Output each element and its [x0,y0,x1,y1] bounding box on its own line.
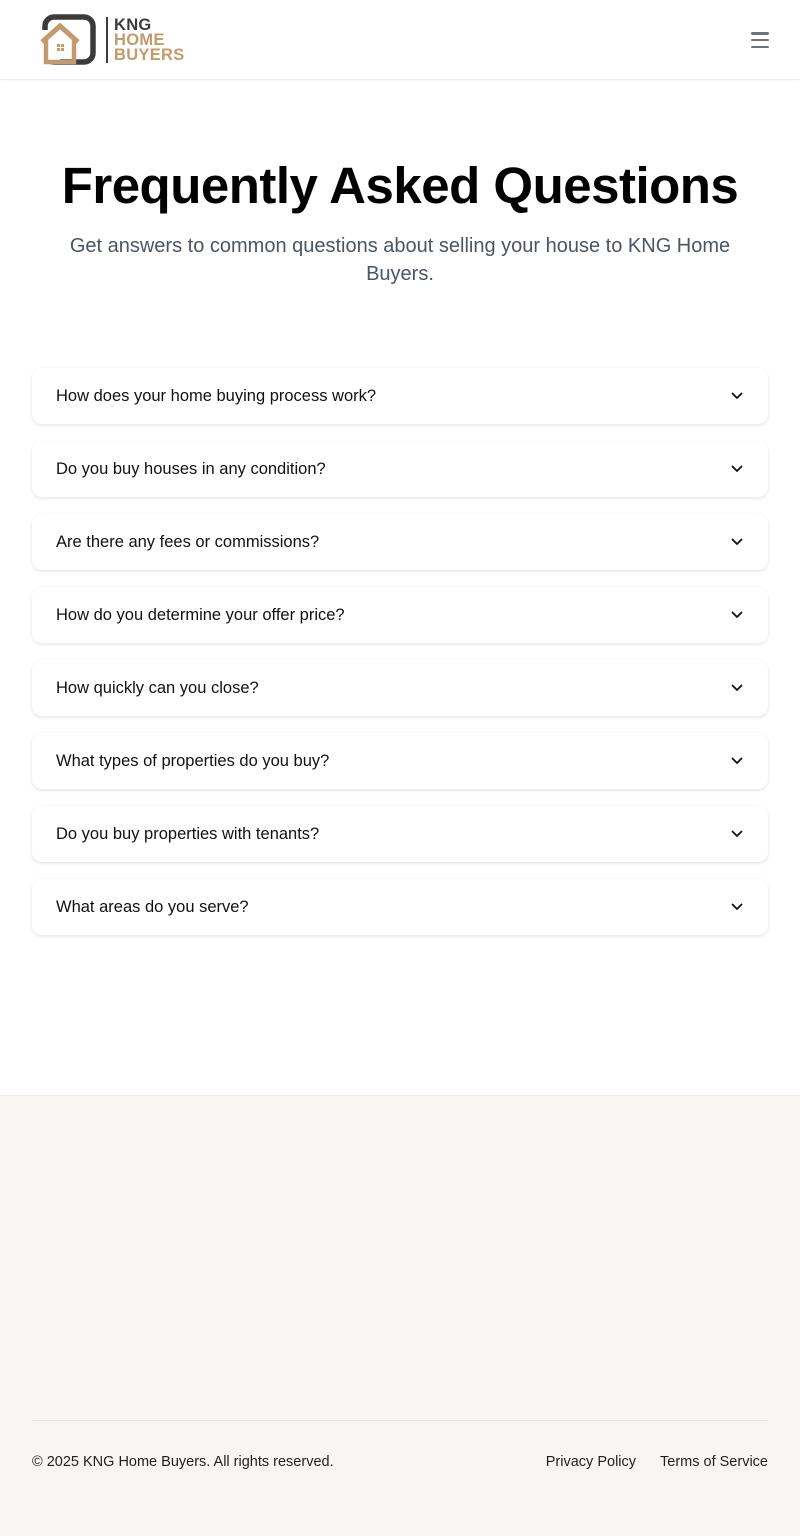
faq-question: What areas do you serve? [56,897,249,916]
faq-question: How quickly can you close? [56,678,259,697]
footer-links: Privacy Policy Terms of Service [546,1454,768,1470]
chevron-down-icon [730,827,744,841]
menu-bar [751,45,769,48]
faq-question: Do you buy houses in any condition? [56,459,326,478]
hamburger-menu-icon[interactable] [747,28,773,52]
chevron-down-icon [730,754,744,768]
faq-item[interactable]: How quickly can you close? [32,660,768,716]
faq-item[interactable]: What types of properties do you buy? [32,733,768,789]
chevron-down-icon [730,462,744,476]
logo-wordmark: KNG HOME BUYERS [114,16,185,64]
chevron-down-icon [730,535,744,549]
chevron-down-icon [730,389,744,403]
chevron-down-icon [730,681,744,695]
faq-question: How do you determine your offer price? [56,605,345,624]
faq-item[interactable]: How does your home buying process work? [32,368,768,424]
chevron-down-icon [730,900,744,914]
menu-bar [751,38,769,42]
logo-divider [106,17,108,63]
faq-item[interactable]: Do you buy houses in any condition? [32,441,768,497]
copyright-text: © 2025 KNG Home Buyers. All rights reser… [32,1454,334,1470]
terms-of-service-link[interactable]: Terms of Service [660,1454,768,1470]
faq-item[interactable]: How do you determine your offer price? [32,587,768,643]
site-footer: © 2025 KNG Home Buyers. All rights reser… [0,1095,800,1536]
faq-item[interactable]: What areas do you serve? [32,879,768,935]
site-header: KNG HOME BUYERS [0,0,800,80]
page-subtitle: Get answers to common questions about se… [69,235,731,285]
privacy-policy-link[interactable]: Privacy Policy [546,1454,636,1470]
house-logo-icon [40,14,96,65]
logo-line-buyers: BUYERS [114,45,185,64]
footer-divider [32,1420,768,1421]
faq-question: How does your home buying process work? [56,386,377,405]
chevron-down-icon [730,608,744,622]
menu-bar [751,32,769,35]
faq-list: How does your home buying process work? … [32,368,768,952]
page-title: Frequently Asked Questions [61,157,739,214]
faq-question: Do you buy properties with tenants? [56,824,320,843]
site-logo[interactable]: KNG HOME BUYERS [40,14,185,66]
faq-item[interactable]: Are there any fees or commissions? [32,514,768,570]
faq-question: What types of properties do you buy? [56,751,330,770]
faq-item[interactable]: Do you buy properties with tenants? [32,806,768,862]
faq-question: Are there any fees or commissions? [56,532,320,551]
